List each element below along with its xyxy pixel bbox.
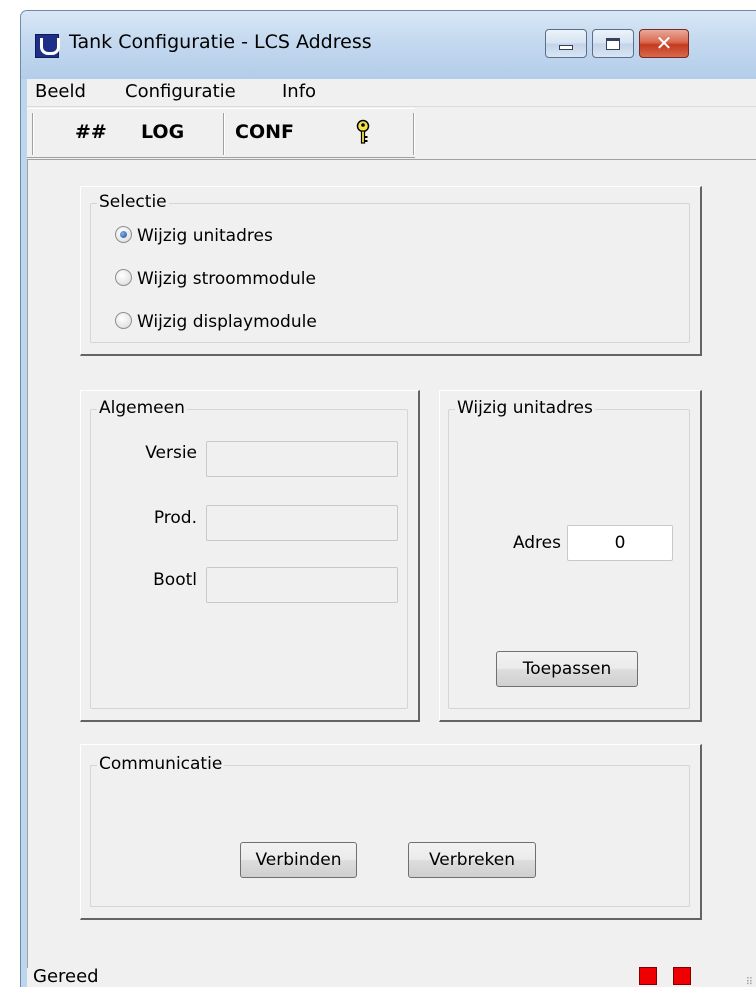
toolbar-separator <box>413 113 415 155</box>
close-icon: ✕ <box>655 31 673 55</box>
radio-checked-icon[interactable] <box>115 226 132 243</box>
toolbar-conf-button[interactable]: CONF <box>235 121 294 143</box>
toolbar-separator <box>223 113 225 155</box>
algemeen-panel: Algemeen Versie Prod. Bootl <box>80 390 420 722</box>
maximize-icon <box>606 38 620 50</box>
radio-label: Wijzig displaymodule <box>137 312 317 332</box>
radio-wijzig-stroommodule[interactable]: Wijzig stroommodule <box>115 269 316 289</box>
app-window: Tank Configuratie - LCS Address ✕ Beeld … <box>20 10 756 987</box>
radio-label: Wijzig unitadres <box>137 226 273 246</box>
app-icon <box>35 34 60 58</box>
communicatie-group: Communicatie Verbinden Verbreken <box>90 754 690 907</box>
main-body: Selectie Wijzig unitadres Wijzig stroomm… <box>27 159 756 968</box>
toolbar: ## LOG CONF <box>27 108 415 158</box>
minimize-button[interactable] <box>545 29 587 58</box>
toolbar-separator <box>32 113 34 155</box>
title-bar[interactable]: Tank Configuratie - LCS Address ✕ <box>21 11 756 79</box>
bootl-field <box>206 567 398 603</box>
minimize-icon <box>559 45 573 50</box>
resize-grip-icon[interactable]: ⠿ <box>746 977 753 987</box>
toolbar-hash-button[interactable]: ## <box>75 121 107 143</box>
maximize-button[interactable] <box>592 29 634 58</box>
menu-configuratie[interactable]: Configuratie <box>125 81 236 102</box>
versie-label: Versie <box>145 443 197 463</box>
radio-unchecked-icon[interactable] <box>115 312 132 329</box>
unitadres-panel: Wijzig unitadres Adres 0 Toepassen <box>439 390 702 722</box>
close-button[interactable]: ✕ <box>639 29 689 58</box>
client-area: Beeld Configuratie Info ## LOG CONF Sele… <box>27 79 756 987</box>
communicatie-legend: Communicatie <box>97 754 225 774</box>
adres-input[interactable]: 0 <box>567 525 673 561</box>
versie-field <box>206 441 398 477</box>
prod-label: Prod. <box>153 508 197 528</box>
menu-beeld[interactable]: Beeld <box>35 81 86 102</box>
menu-bar: Beeld Configuratie Info <box>27 79 756 107</box>
radio-wijzig-unitadres[interactable]: Wijzig unitadres <box>115 226 273 246</box>
prod-field <box>206 505 398 541</box>
unitadres-legend: Wijzig unitadres <box>455 398 595 418</box>
toolbar-log-button[interactable]: LOG <box>141 121 184 143</box>
status-led-icon <box>639 967 657 985</box>
status-led-icon <box>673 967 691 985</box>
algemeen-legend: Algemeen <box>97 398 187 418</box>
selectie-group: Selectie Wijzig unitadres Wijzig stroomm… <box>90 192 690 343</box>
key-help-icon[interactable] <box>355 119 371 147</box>
radio-unchecked-icon[interactable] <box>115 269 132 286</box>
verbinden-button[interactable]: Verbinden <box>240 842 357 878</box>
bootl-label: Bootl <box>153 570 197 590</box>
window-title: Tank Configuratie - LCS Address <box>69 31 372 53</box>
radio-wijzig-displaymodule[interactable]: Wijzig displaymodule <box>115 312 317 332</box>
algemeen-group: Algemeen Versie Prod. Bootl <box>90 398 408 709</box>
status-bar: Gereed ⠿ <box>27 966 756 987</box>
unitadres-group: Wijzig unitadres Adres 0 Toepassen <box>448 398 690 709</box>
adres-label: Adres <box>512 533 561 553</box>
selectie-panel: Selectie Wijzig unitadres Wijzig stroomm… <box>80 186 702 356</box>
menu-info[interactable]: Info <box>282 81 316 102</box>
communicatie-panel: Communicatie Verbinden Verbreken <box>80 744 702 920</box>
toepassen-button[interactable]: Toepassen <box>496 651 638 687</box>
verbreken-button[interactable]: Verbreken <box>408 842 536 878</box>
status-text: Gereed <box>33 966 99 987</box>
selectie-legend: Selectie <box>97 192 169 212</box>
radio-label: Wijzig stroommodule <box>137 269 316 289</box>
